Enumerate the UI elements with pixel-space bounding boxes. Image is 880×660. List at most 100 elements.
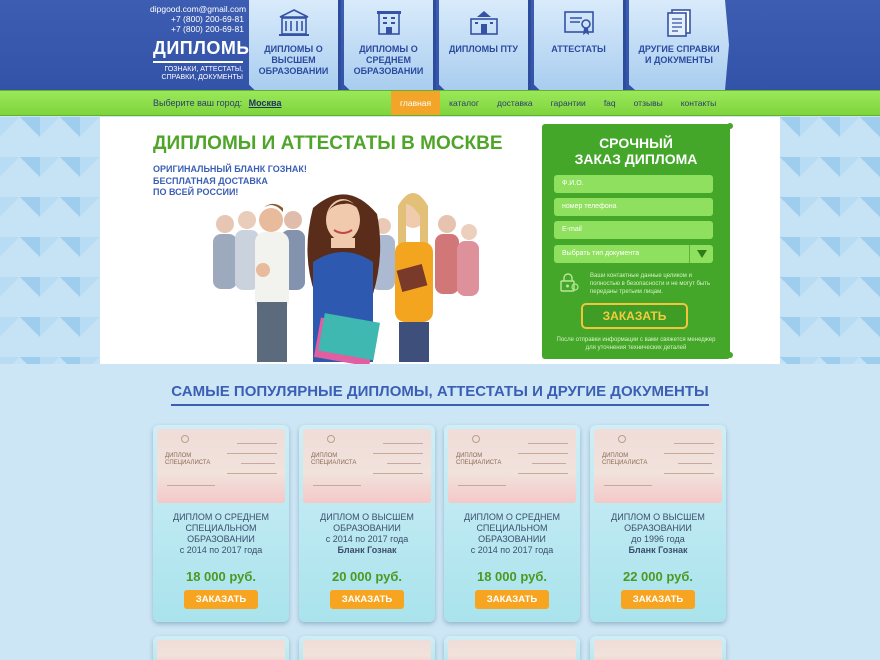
diploma-label: ДИПЛОМ	[311, 453, 338, 459]
nav-tile-certificates[interactable]: АТТЕСТАТЫ	[534, 0, 626, 90]
diploma-image-label: ДИПЛОМ СПЕЦИАЛИСТА	[311, 453, 356, 467]
order-button[interactable]: ЗАКАЗАТЬ	[475, 590, 549, 609]
doc-line	[518, 453, 568, 454]
phone-input[interactable]: номер телефона	[554, 198, 713, 216]
diploma-label: СПЕЦИАЛИСТА	[602, 460, 648, 466]
section-title: САМЫЕ ПОПУЛЯРНЫЕ ДИПЛОМЫ, АТТЕСТАТЫ И ДР…	[0, 383, 880, 406]
product-name-line: ОБРАЗОВАНИИ	[187, 534, 255, 544]
contact-phone[interactable]: +7 (800) 200-69-81	[150, 14, 244, 24]
city-link[interactable]: Москва	[249, 98, 282, 108]
lock-icon	[560, 273, 579, 292]
email-input[interactable]: E-mail	[554, 221, 713, 239]
product-name: ДИПЛОМ О ВЫСШЕМ ОБРАЗОВАНИИ с 2014 по 20…	[305, 512, 429, 556]
chevron-down-icon[interactable]	[689, 245, 713, 263]
diploma-image-label: ДИПЛОМ СПЕЦИАЛИСТА	[602, 453, 647, 467]
site-logo[interactable]: ДИПЛОМЫ ГОЗНАКИ, АТТЕСТАТЫ, СПРАВКИ, ДОК…	[153, 38, 254, 82]
menu-item-reviews[interactable]: отзывы	[625, 91, 672, 115]
product-name-line: с 2014 по 2017 года	[470, 545, 554, 555]
order-form-title: СРОЧНЫЙ ЗАКАЗ ДИПЛОМА	[542, 135, 730, 167]
doc-line	[518, 473, 568, 474]
product-card[interactable]: ДИПЛОМ СПЕЦИАЛИСТА ДИПЛОМ О СРЕДНЕМ СПЕЦ…	[153, 425, 289, 622]
product-name: ДИПЛОМ О СРЕДНЕМ СПЕЦИАЛЬНОМ ОБРАЗОВАНИИ…	[159, 512, 283, 556]
logo-title: ДИПЛОМЫ	[153, 38, 254, 63]
product-card-partial[interactable]	[299, 636, 435, 660]
city-prompt: Выберите ваш город:	[153, 98, 243, 108]
product-name-line: ОБРАЗОВАНИИ	[624, 523, 692, 533]
order-title-line: ЗАКАЗ ДИПЛОМА	[574, 151, 698, 167]
order-submit-button[interactable]: ЗАКАЗАТЬ	[581, 303, 688, 329]
product-card-partial[interactable]	[153, 636, 289, 660]
quick-order-form: СРОЧНЫЙ ЗАКАЗ ДИПЛОМА Ф.И.О. номер телеф…	[542, 124, 730, 359]
menu-item-delivery[interactable]: доставка	[488, 91, 542, 115]
doc-line	[532, 463, 566, 464]
doc-line	[373, 453, 423, 454]
nav-tile-other-documents[interactable]: ДРУГИЕ СПРАВКИ И ДОКУМЕНТЫ	[629, 0, 729, 90]
college-icon	[469, 11, 498, 35]
product-price: 22 000 руб.	[622, 569, 693, 584]
order-title-line: СРОЧНЫЙ	[599, 135, 673, 151]
section-title-text: САМЫЕ ПОПУЛЯРНЫЕ ДИПЛОМЫ, АТТЕСТАТЫ И ДР…	[171, 383, 709, 406]
diploma-image: ДИПЛОМ СПЕЦИАЛИСТА	[448, 429, 576, 503]
product-card[interactable]: ДИПЛОМ СПЕЦИАЛИСТА ДИПЛОМ О СРЕДНЕМ СПЕЦ…	[444, 425, 580, 622]
certificate-icon	[563, 11, 594, 35]
diploma-image: ДИПЛОМ СПЕЦИАЛИСТА	[157, 429, 285, 503]
menu-item-contacts[interactable]: контакты	[672, 91, 726, 115]
product-card-partial[interactable]	[444, 636, 580, 660]
contact-phone[interactable]: +7 (800) 200-69-81	[150, 24, 244, 34]
product-name-line: ОБРАЗОВАНИИ	[333, 523, 401, 533]
documents-icon	[667, 9, 691, 37]
order-button[interactable]: ЗАКАЗАТЬ	[184, 590, 258, 609]
product-name: ДИПЛОМ О СРЕДНЕМ СПЕЦИАЛЬНОМ ОБРАЗОВАНИИ…	[450, 512, 574, 556]
menu-item-home[interactable]: главная	[391, 91, 441, 115]
diploma-image-label: ДИПЛОМ СПЕЦИАЛИСТА	[165, 453, 210, 467]
diploma-image	[594, 640, 722, 660]
order-button[interactable]: ЗАКАЗАТЬ	[330, 590, 404, 609]
header: dipgood.com@gmail.com +7 (800) 200-69-81…	[0, 0, 880, 90]
diploma-label: ДИПЛОМ	[456, 453, 483, 459]
contact-email[interactable]: dipgood.com@gmail.com	[150, 4, 246, 14]
nav-tile-ptu[interactable]: ДИПЛОМЫ ПТУ	[439, 0, 531, 90]
nav-tile-label: ДИПЛОМЫ О СРЕДНЕМ ОБРАЗОВАНИИ	[353, 44, 424, 76]
product-name-line: ДИПЛОМ О СРЕДНЕМ	[463, 512, 561, 522]
nav-tile-higher-education[interactable]: ДИПЛОМЫ О ВЫСШЕМ ОБРАЗОВАНИИ	[249, 0, 341, 90]
students-image	[213, 193, 479, 364]
doc-line	[313, 485, 361, 486]
diploma-image	[303, 640, 431, 660]
product-card-partial[interactable]	[590, 636, 726, 660]
product-card[interactable]: ДИПЛОМ СПЕЦИАЛИСТА ДИПЛОМ О ВЫСШЕМ ОБРАЗ…	[299, 425, 435, 622]
privacy-note: Ваши контактные данные целиком и полност…	[590, 273, 711, 295]
diploma-label: СПЕЦИАЛИСТА	[456, 460, 502, 466]
product-card[interactable]: ДИПЛОМ СПЕЦИАЛИСТА ДИПЛОМ О ВЫСШЕМ ОБРАЗ…	[590, 425, 726, 622]
menu-item-faq[interactable]: faq	[595, 91, 625, 115]
city-menu-bar: Выберите ваш город: Москва главная катал…	[0, 90, 880, 116]
product-name-line: ДИПЛОМ О СРЕДНЕМ	[172, 512, 270, 522]
menu-item-guarantees[interactable]: гарантии	[542, 91, 595, 115]
nav-tile-secondary-education[interactable]: ДИПЛОМЫ О СРЕДНЕМ ОБРАЗОВАНИИ	[344, 0, 436, 90]
doc-line	[678, 463, 712, 464]
document-type-placeholder: Выбрать тип документа	[562, 250, 640, 257]
product-blank-type: Бланк Гознак	[628, 545, 688, 555]
emblem-icon	[181, 435, 189, 443]
document-type-select[interactable]: Выбрать тип документа	[554, 245, 713, 263]
nav-tile-label: ДИПЛОМЫ ПТУ	[448, 44, 519, 54]
doc-line	[604, 485, 652, 486]
diploma-image	[448, 640, 576, 660]
university-icon	[278, 9, 309, 36]
main-menu: главная каталог доставка гарантии faq от…	[391, 91, 725, 115]
product-name-line: с 2014 по 2017 года	[325, 534, 409, 544]
product-name-line: ДИПЛОМ О ВЫСШЕМ	[320, 512, 414, 522]
product-name-line: с 2014 по 2017 года	[179, 545, 263, 555]
doc-line	[237, 443, 277, 444]
doc-line	[664, 453, 714, 454]
order-button[interactable]: ЗАКАЗАТЬ	[621, 590, 695, 609]
doc-line	[664, 473, 714, 474]
diploma-label: СПЕЦИАЛИСТА	[165, 460, 211, 466]
school-icon	[376, 11, 401, 35]
doc-line	[528, 443, 568, 444]
doc-line	[674, 443, 714, 444]
menu-item-catalog[interactable]: каталог	[440, 91, 488, 115]
doc-line	[167, 485, 215, 486]
name-input[interactable]: Ф.И.О.	[554, 175, 713, 193]
emblem-icon	[472, 435, 480, 443]
doc-line	[387, 463, 421, 464]
